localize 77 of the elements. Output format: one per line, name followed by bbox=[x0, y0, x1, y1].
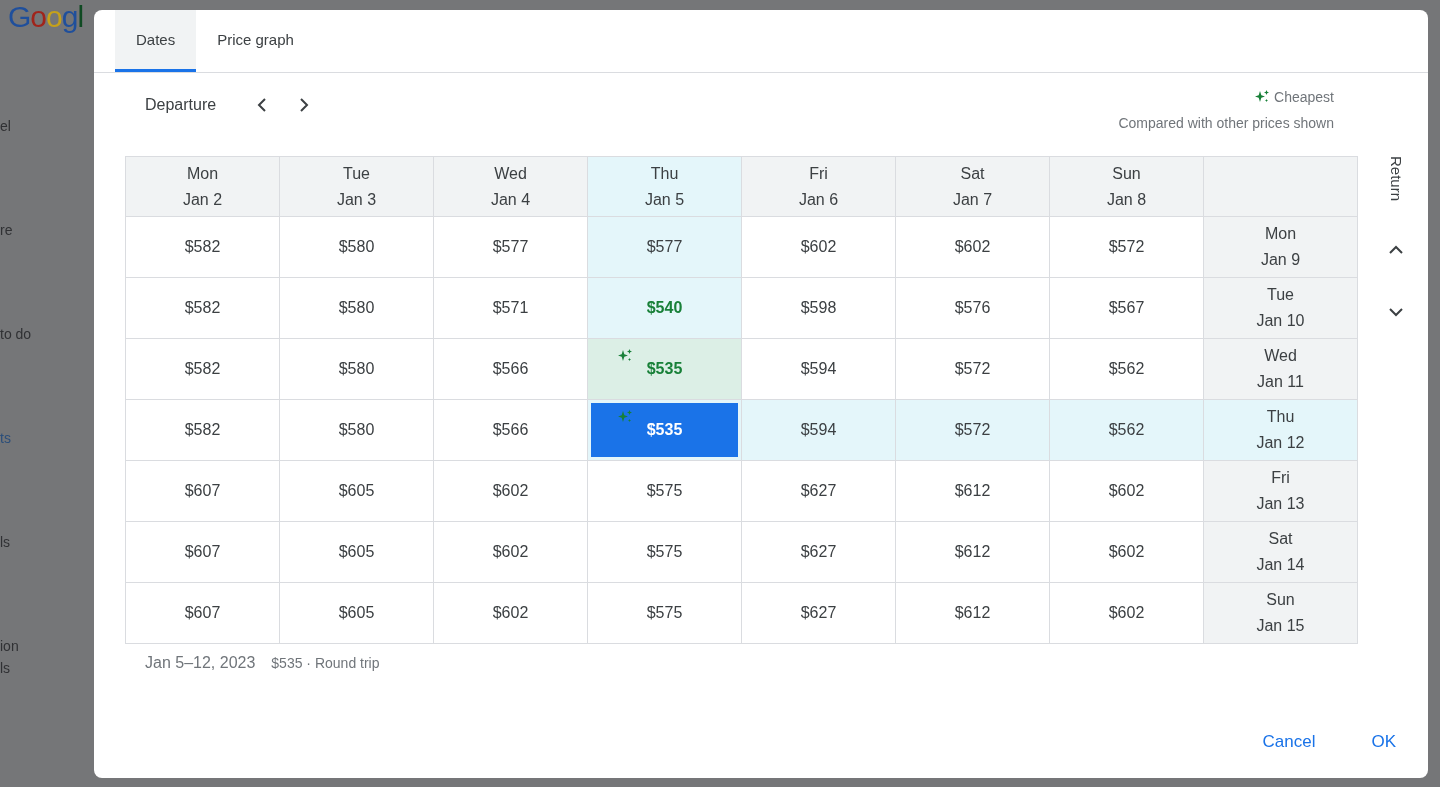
price-cell[interactable]: $582 bbox=[126, 400, 280, 461]
return-date-cell[interactable]: Sun Jan 15 bbox=[1204, 583, 1358, 644]
price-cell[interactable]: $540 bbox=[588, 278, 742, 339]
sparkle-icon bbox=[1255, 90, 1271, 104]
column-header[interactable]: Tue Jan 3 bbox=[280, 157, 434, 217]
price-cell[interactable]: $627 bbox=[742, 461, 896, 522]
legend-note: Compared with other prices shown bbox=[1118, 115, 1334, 131]
price-cell[interactable]: $602 bbox=[434, 583, 588, 644]
price-cell[interactable]: $582 bbox=[126, 217, 280, 278]
price-cell[interactable]: $605 bbox=[280, 522, 434, 583]
column-header[interactable]: Sun Jan 8 bbox=[1050, 157, 1204, 217]
price-cell[interactable]: $627 bbox=[742, 522, 896, 583]
column-header[interactable]: Mon Jan 2 bbox=[126, 157, 280, 217]
price-cell[interactable]: $602 bbox=[434, 461, 588, 522]
price-cell[interactable]: $607 bbox=[126, 522, 280, 583]
return-label: Return bbox=[1387, 156, 1405, 204]
price-cell[interactable]: $598 bbox=[742, 278, 896, 339]
cancel-button[interactable]: Cancel bbox=[1248, 724, 1330, 760]
price-cell[interactable]: $627 bbox=[742, 583, 896, 644]
logo: Googl bbox=[7, 0, 85, 35]
price-cell[interactable]: $567 bbox=[1050, 278, 1204, 339]
price-cell[interactable]: $575 bbox=[588, 583, 742, 644]
price-cell[interactable]: $612 bbox=[896, 583, 1050, 644]
price-cell[interactable]: $575 bbox=[588, 522, 742, 583]
price-cell[interactable]: $577 bbox=[434, 217, 588, 278]
return-date-cell[interactable]: Wed Jan 11 bbox=[1204, 339, 1358, 400]
price-cell[interactable]: $566 bbox=[434, 400, 588, 461]
price-cell[interactable]: $562 bbox=[1050, 400, 1204, 461]
price-cell[interactable]: $580 bbox=[280, 217, 434, 278]
price-cell[interactable]: $562 bbox=[1050, 339, 1204, 400]
price-cell[interactable]: $602 bbox=[896, 217, 1050, 278]
price-cell[interactable]: $594 bbox=[742, 400, 896, 461]
price-cell[interactable]: $612 bbox=[896, 522, 1050, 583]
price-cell[interactable]: $580 bbox=[280, 400, 434, 461]
price-cell[interactable]: $602 bbox=[1050, 583, 1204, 644]
sparkle-icon bbox=[618, 349, 633, 363]
selected-price-cell[interactable]: $535 bbox=[588, 400, 742, 461]
price-cell[interactable]: $576 bbox=[896, 278, 1050, 339]
price-cell[interactable]: $602 bbox=[1050, 461, 1204, 522]
price-cell[interactable]: $535 bbox=[588, 339, 742, 400]
return-date-cell[interactable]: Sat Jan 14 bbox=[1204, 522, 1358, 583]
trip-price: $535 · Round trip bbox=[271, 655, 380, 671]
ok-button[interactable]: OK bbox=[1357, 724, 1410, 760]
return-date-cell[interactable]: Thu Jan 12 bbox=[1204, 400, 1358, 461]
return-date-cell[interactable]: Tue Jan 10 bbox=[1204, 278, 1358, 339]
price-cell[interactable]: $566 bbox=[434, 339, 588, 400]
price-cell[interactable]: $602 bbox=[434, 522, 588, 583]
price-cell[interactable]: $612 bbox=[896, 461, 1050, 522]
return-date-cell[interactable]: Fri Jan 13 bbox=[1204, 461, 1358, 522]
price-cell[interactable]: $602 bbox=[1050, 522, 1204, 583]
tab[interactable]: Dates bbox=[115, 10, 197, 72]
price-cell[interactable]: $571 bbox=[434, 278, 588, 339]
price-cell[interactable]: $580 bbox=[280, 278, 434, 339]
sparkle-icon bbox=[618, 410, 633, 424]
return-date-cell[interactable]: Mon Jan 9 bbox=[1204, 217, 1358, 278]
column-header[interactable]: Thu Jan 5 bbox=[588, 157, 742, 217]
price-cell[interactable]: $607 bbox=[126, 583, 280, 644]
departure-label: Departure bbox=[145, 96, 217, 114]
price-cell[interactable]: $602 bbox=[742, 217, 896, 278]
legend-label: Cheapest bbox=[1274, 89, 1334, 105]
trip-dates: Jan 5–12, 2023 bbox=[145, 654, 256, 672]
price-cell[interactable]: $572 bbox=[1050, 217, 1204, 278]
price-cell[interactable]: $575 bbox=[588, 461, 742, 522]
price-cell[interactable]: $577 bbox=[588, 217, 742, 278]
column-header[interactable]: Wed Jan 4 bbox=[434, 157, 588, 217]
price-cell[interactable]: $582 bbox=[126, 278, 280, 339]
tab[interactable]: Price graph bbox=[196, 10, 315, 72]
price-cell[interactable]: $607 bbox=[126, 461, 280, 522]
price-cell[interactable]: $605 bbox=[280, 583, 434, 644]
column-header[interactable]: Fri Jan 6 bbox=[742, 157, 896, 217]
price-cell[interactable]: $605 bbox=[280, 461, 434, 522]
price-cell[interactable]: $580 bbox=[280, 339, 434, 400]
price-cell[interactable]: $572 bbox=[896, 400, 1050, 461]
price-cell[interactable]: $594 bbox=[742, 339, 896, 400]
column-header[interactable]: Sat Jan 7 bbox=[896, 157, 1050, 217]
price-cell[interactable]: $582 bbox=[126, 339, 280, 400]
price-cell[interactable]: $572 bbox=[896, 339, 1050, 400]
